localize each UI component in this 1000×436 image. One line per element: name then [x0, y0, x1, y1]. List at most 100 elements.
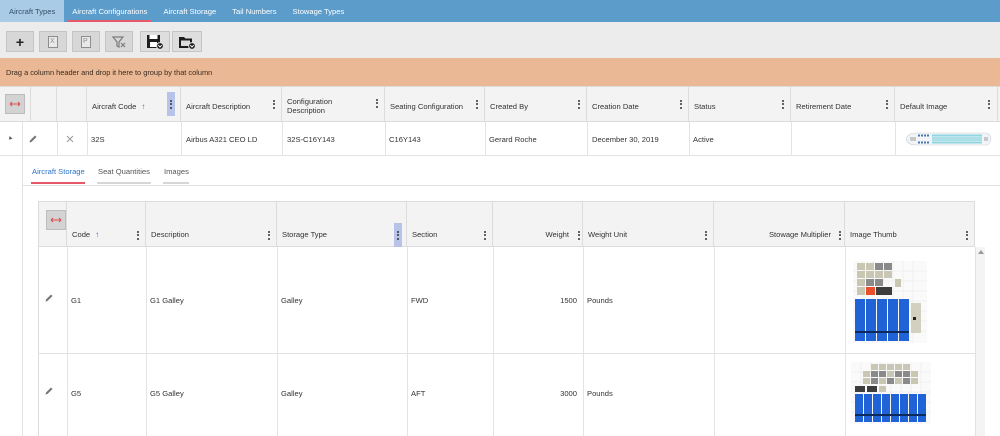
col-header-created-by[interactable]: Created By	[485, 87, 587, 121]
column-menu-icon[interactable]	[836, 229, 844, 241]
storage-grid-header: Code ↑ Description Storage Type Section W…	[38, 201, 975, 247]
column-menu-icon[interactable]	[167, 92, 175, 116]
column-menu-icon[interactable]	[963, 229, 971, 241]
col-configuration-description-label: Configuration Description	[287, 97, 332, 115]
col-code-text: Code	[72, 230, 91, 239]
aircraft-seatmap-image[interactable]	[902, 129, 992, 149]
galley-g1-image[interactable]	[851, 259, 929, 345]
col-default-image-label: Default Image	[900, 102, 948, 111]
edit-pencil-icon[interactable]	[28, 134, 38, 144]
column-menu-icon[interactable]	[702, 229, 710, 241]
tab-stowage-types[interactable]: Stowage Types	[285, 0, 353, 22]
col-creation-date-label: Creation Date	[592, 102, 639, 111]
pdf-export-icon: P	[81, 35, 91, 48]
col-created-by-label: Created By	[490, 102, 528, 111]
col-header-aircraft-description[interactable]: Aircraft Description	[181, 87, 282, 121]
col-configuration-label-line2: Description	[287, 106, 325, 115]
cell-code: G5	[71, 389, 82, 398]
delete-column-header	[57, 87, 87, 121]
col-aircraft-code-text: Aircraft Code	[92, 102, 137, 111]
sort-asc-icon: ↑	[95, 230, 100, 239]
col-header-image-thumb[interactable]: Image Thumb	[845, 202, 975, 246]
cell-weight: 1500	[560, 296, 577, 305]
table-row[interactable]: 32S Airbus A321 CEO LD 32S-C16Y143 C16Y1…	[0, 122, 1000, 156]
galley-g5-image[interactable]	[849, 360, 933, 426]
column-menu-icon[interactable]	[473, 98, 481, 110]
tab-aircraft-storage[interactable]: Aircraft Storage	[155, 0, 224, 22]
tab-aircraft-storage-detail[interactable]: Aircraft Storage	[32, 167, 85, 176]
column-menu-icon[interactable]	[373, 97, 381, 109]
add-icon: +	[15, 33, 25, 50]
col-header-weight[interactable]: Weight	[493, 202, 583, 246]
vertical-scrollbar[interactable]	[975, 247, 985, 436]
cell-description: G1 Galley	[150, 296, 184, 305]
col-header-aircraft-code[interactable]: Aircraft Code ↑	[87, 87, 181, 121]
col-header-retirement-date[interactable]: Retirement Date	[791, 87, 895, 121]
edit-pencil-icon[interactable]	[44, 293, 54, 303]
col-header-default-image[interactable]: Default Image	[895, 87, 998, 121]
col-header-creation-date[interactable]: Creation Date	[587, 87, 689, 121]
detail-tab-bar: Aircraft Storage Seat Quantities Images	[23, 156, 1000, 186]
tab-underline	[163, 182, 189, 184]
col-weight-label: Weight	[545, 230, 570, 239]
column-menu-icon[interactable]	[985, 98, 993, 110]
col-header-stowage-multiplier[interactable]: Stowage Multiplier	[714, 202, 845, 246]
active-tab-underline	[31, 182, 85, 184]
table-row[interactable]: G5 G5 Galley Galley AFT 3000 Pounds	[38, 354, 975, 436]
col-header-description[interactable]: Description	[146, 202, 277, 246]
cell-seating-configuration: C16Y143	[389, 135, 421, 144]
col-header-weight-unit[interactable]: Weight Unit	[583, 202, 714, 246]
cell-section: FWD	[411, 296, 429, 305]
save-layout-button[interactable]	[140, 31, 170, 52]
col-stowage-multiplier-label: Stowage Multiplier	[768, 230, 831, 239]
edit-column-header	[31, 87, 57, 121]
add-button[interactable]: +	[6, 31, 34, 52]
excel-export-button[interactable]: X	[39, 31, 67, 52]
load-layout-button[interactable]	[172, 31, 202, 52]
delete-x-icon[interactable]	[66, 135, 74, 143]
cell-storage-type: Galley	[281, 296, 303, 305]
tab-aircraft-types[interactable]: Aircraft Types	[0, 0, 65, 22]
sort-asc-icon: ↑	[141, 102, 146, 111]
clear-filter-button[interactable]	[105, 31, 133, 52]
column-menu-icon[interactable]	[481, 229, 489, 241]
excel-export-icon: X	[48, 35, 58, 48]
cell-description: G5 Galley	[150, 389, 184, 398]
group-by-panel[interactable]: Drag a column header and drop it here to…	[0, 58, 1000, 86]
column-menu-icon[interactable]	[677, 98, 685, 110]
pdf-export-button[interactable]: P	[72, 31, 100, 52]
top-tab-bar: Aircraft Types Aircraft Configurations A…	[0, 0, 1000, 22]
tab-aircraft-configurations[interactable]: Aircraft Configurations	[64, 0, 155, 22]
column-menu-icon[interactable]	[779, 98, 787, 110]
main-grid-header: Aircraft Code ↑ Aircraft Description Conf…	[0, 86, 1000, 122]
expand-all-button[interactable]	[5, 94, 25, 114]
col-header-storage-type[interactable]: Storage Type	[277, 202, 407, 247]
tab-seat-quantities[interactable]: Seat Quantities	[98, 167, 150, 176]
edit-pencil-icon[interactable]	[44, 386, 54, 396]
col-retirement-date-label: Retirement Date	[796, 102, 852, 111]
save-layout-icon	[147, 34, 164, 50]
column-menu-icon[interactable]	[265, 229, 273, 241]
collapse-row-icon[interactable]	[7, 136, 13, 141]
col-header-section[interactable]: Section	[407, 202, 493, 246]
expand-all-button[interactable]	[46, 210, 66, 230]
column-menu-icon[interactable]	[394, 223, 402, 247]
col-header-status[interactable]: Status	[689, 87, 791, 121]
column-menu-icon[interactable]	[134, 229, 142, 241]
col-header-seating-configuration[interactable]: Seating Configuration	[385, 87, 485, 121]
col-header-configuration-description[interactable]: Configuration Description	[282, 87, 385, 121]
tab-tail-numbers[interactable]: Tail Numbers	[224, 0, 284, 22]
cell-aircraft-description: Airbus A321 CEO LD	[186, 135, 258, 144]
scroll-up-arrow-icon[interactable]	[978, 250, 984, 254]
col-header-code[interactable]: Code ↑	[67, 202, 146, 246]
col-storage-type-label: Storage Type	[282, 230, 328, 239]
column-menu-icon[interactable]	[270, 98, 278, 110]
column-menu-icon[interactable]	[883, 98, 891, 110]
cell-creation-date: December 30, 2019	[592, 135, 659, 144]
table-row[interactable]: G1 G1 Galley Galley FWD 1500 Pounds	[38, 247, 975, 354]
col-aircraft-description-label: Aircraft Description	[186, 102, 251, 111]
tab-images[interactable]: Images	[164, 167, 189, 176]
column-menu-icon[interactable]	[575, 229, 583, 241]
cell-weight: 3000	[560, 389, 577, 398]
column-menu-icon[interactable]	[575, 98, 583, 110]
